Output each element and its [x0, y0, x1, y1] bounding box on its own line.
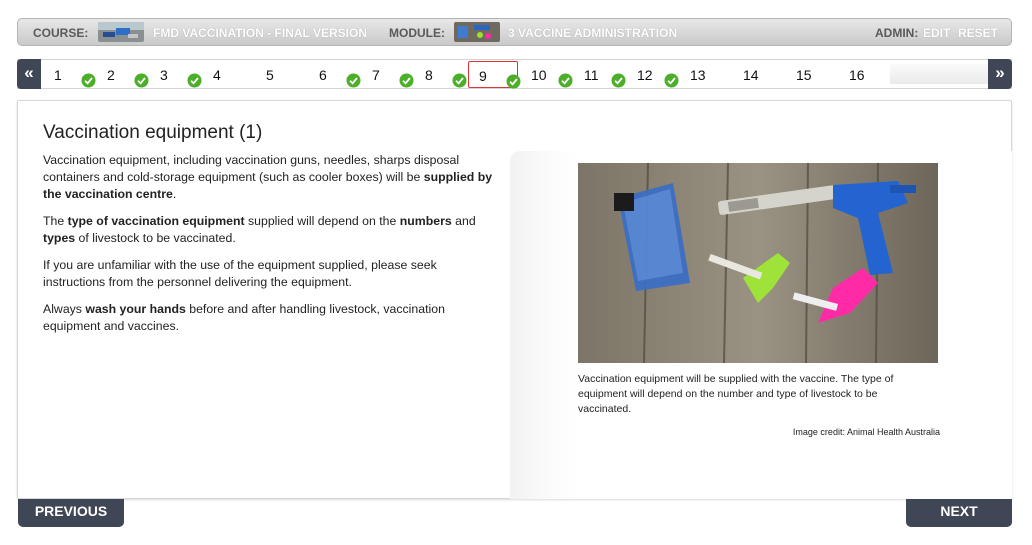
page-number: 13 — [690, 67, 706, 83]
course-label: COURSE: — [33, 26, 89, 40]
module-title: 3 VACCINE ADMINISTRATION — [508, 26, 678, 40]
admin-label: ADMIN: — [875, 26, 919, 40]
page-number: 7 — [372, 67, 380, 83]
page-link-11[interactable]: 11 — [574, 61, 626, 88]
content-panel: Vaccination equipment (1) Vaccination eq… — [17, 100, 1012, 499]
paragraph-equipment-type: The type of vaccination equipment suppli… — [43, 214, 476, 245]
paragraph-wash-hands: Always wash your hands before and after … — [43, 302, 445, 333]
module-thumbnail — [454, 22, 500, 42]
page-link-5[interactable]: 5 — [256, 61, 306, 88]
page-title: Vaccination equipment (1) — [43, 122, 263, 143]
course-header-bar: COURSE: FMD VACCINATION - FINAL VERSION … — [17, 18, 1012, 46]
page-number: 16 — [849, 67, 865, 83]
completed-check-icon — [611, 73, 626, 88]
completed-check-icon — [134, 73, 149, 88]
page-link-2[interactable]: 2 — [97, 61, 149, 88]
module-label: MODULE: — [389, 26, 445, 40]
paragraph-seek-instructions: If you are unfamiliar with the use of th… — [43, 258, 437, 289]
page-navigation: « 1 2 3 4 5 6 7 8 9 10 11 12 13 14 15 16 » — [17, 59, 1012, 89]
page-link-12[interactable]: 12 — [627, 61, 679, 88]
page-number: 14 — [743, 67, 759, 83]
course-thumbnail — [98, 22, 144, 42]
page-list-filler — [890, 64, 988, 84]
next-button[interactable]: NEXT — [906, 499, 1012, 527]
completed-check-icon — [452, 73, 467, 88]
image-credit: Image credit: Animal Health Australia — [792, 427, 940, 437]
page-number: 9 — [479, 68, 487, 84]
page-number: 1 — [54, 67, 62, 83]
page-link-14[interactable]: 14 — [733, 61, 783, 88]
paragraph-equipment-supplied: Vaccination equipment, including vaccina… — [43, 153, 493, 201]
page-number: 10 — [531, 67, 547, 83]
completed-check-icon — [506, 74, 521, 89]
vaccination-equipment-photo — [578, 162, 938, 364]
previous-button[interactable]: PREVIOUS — [18, 499, 124, 527]
page-number: 15 — [796, 67, 812, 83]
page-link-4[interactable]: 4 — [203, 61, 253, 88]
page-link-6[interactable]: 6 — [309, 61, 361, 88]
page-link-7[interactable]: 7 — [362, 61, 414, 88]
page-link-10[interactable]: 10 — [521, 61, 573, 88]
reset-link[interactable]: RESET — [958, 26, 998, 40]
edit-link[interactable]: EDIT — [923, 26, 950, 40]
page-number: 3 — [160, 67, 168, 83]
completed-check-icon — [346, 73, 361, 88]
page-link-9[interactable]: 9 — [468, 61, 521, 89]
page-number: 12 — [637, 67, 653, 83]
page-number: 8 — [425, 67, 433, 83]
page-number: 6 — [319, 67, 327, 83]
completed-check-icon — [81, 73, 96, 88]
page-link-16[interactable]: 16 — [839, 61, 889, 88]
completed-check-icon — [558, 73, 573, 88]
page-number: 2 — [107, 67, 115, 83]
page-number: 5 — [266, 67, 274, 83]
course-title: FMD VACCINATION - FINAL VERSION — [153, 26, 367, 40]
page-link-8[interactable]: 8 — [415, 61, 467, 88]
page-number: 11 — [584, 67, 599, 83]
next-pages-arrow[interactable]: » — [988, 59, 1012, 89]
page-link-3[interactable]: 3 — [150, 61, 202, 88]
completed-check-icon — [664, 73, 679, 88]
page-link-15[interactable]: 15 — [786, 61, 836, 88]
page-link-13[interactable]: 13 — [680, 61, 730, 88]
photo-caption: Vaccination equipment will be supplied w… — [578, 373, 894, 415]
completed-check-icon — [399, 73, 414, 88]
page-link-1[interactable]: 1 — [44, 61, 96, 88]
previous-pages-arrow[interactable]: « — [17, 59, 41, 89]
completed-check-icon — [187, 73, 202, 88]
page-number: 4 — [213, 67, 221, 83]
